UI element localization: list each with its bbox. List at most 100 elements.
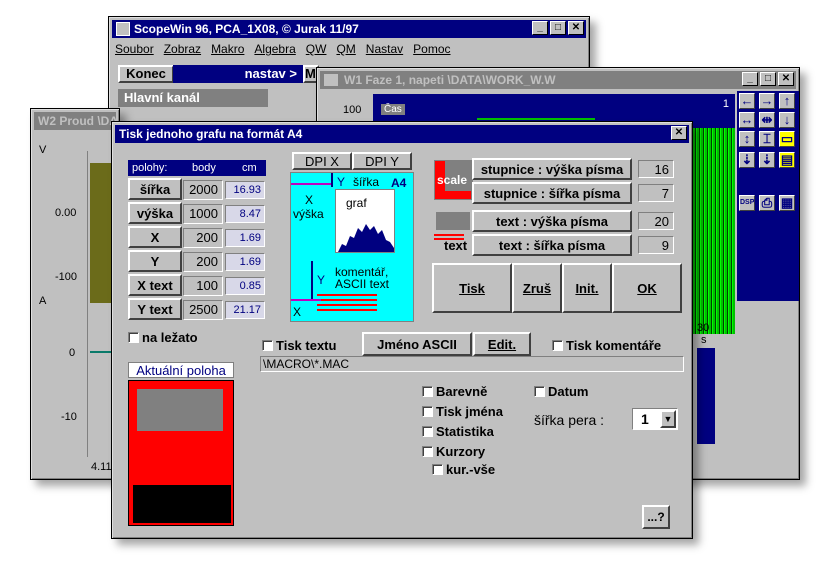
- position-row-4-label[interactable]: X text: [128, 274, 182, 296]
- checkbox-box[interactable]: [262, 340, 273, 351]
- checkbox-box[interactable]: [552, 340, 563, 351]
- checkbox-box[interactable]: [422, 426, 433, 437]
- minimize-button[interactable]: _: [532, 21, 548, 35]
- maximize-button[interactable]: □: [550, 21, 566, 35]
- arrow-right-icon[interactable]: →: [759, 93, 775, 109]
- konec-button[interactable]: Konec: [118, 65, 174, 83]
- preview-y2-label: Y: [317, 273, 326, 287]
- w1-y-tick-100: 100: [343, 104, 362, 116]
- layout-icon[interactable]: ▭: [779, 131, 795, 147]
- menu-makro[interactable]: Makro: [211, 42, 244, 56]
- checkbox-box[interactable]: [128, 332, 139, 343]
- position-preview: [128, 380, 234, 526]
- menu-pomoc[interactable]: Pomoc: [413, 42, 450, 56]
- minimize-button[interactable]: _: [742, 72, 758, 86]
- arrow-left-icon[interactable]: ←: [739, 93, 755, 109]
- pen-width-select[interactable]: 1 ▼: [632, 408, 678, 430]
- arrow-down-icon[interactable]: ↓: [779, 112, 795, 128]
- w1-lower-plot: [697, 348, 715, 444]
- kur-vse-checkbox[interactable]: kur.-vše: [432, 462, 495, 477]
- position-row-3-body[interactable]: 200: [183, 252, 223, 272]
- ok-button[interactable]: OK: [612, 263, 682, 313]
- dpi-x-button[interactable]: DPI X: [292, 152, 352, 170]
- position-row-1-body[interactable]: 1000: [183, 204, 223, 224]
- param-1-button[interactable]: stupnice : šířka písma: [472, 182, 632, 204]
- cursor-down-icon[interactable]: ⇣: [739, 152, 755, 168]
- arrow-up-icon[interactable]: ↑: [779, 93, 795, 109]
- na-lezato-checkbox[interactable]: na ležato: [128, 330, 198, 345]
- position-row-2-label[interactable]: X: [128, 226, 182, 248]
- param-0-button[interactable]: stupnice : výška písma: [472, 158, 632, 180]
- close-icon[interactable]: ✕: [671, 126, 687, 140]
- checkbox-box[interactable]: [432, 464, 443, 475]
- position-row-5-body[interactable]: 2500: [183, 300, 223, 320]
- tisk-jmena-checkbox[interactable]: Tisk jména: [422, 404, 503, 419]
- checkbox-box[interactable]: [534, 386, 545, 397]
- checkbox-box[interactable]: [422, 406, 433, 417]
- param-2-button[interactable]: text : výška písma: [472, 210, 632, 232]
- checkbox-box[interactable]: [422, 446, 433, 457]
- param-3-button[interactable]: text : šířka písma: [472, 234, 632, 256]
- dpi-y-button[interactable]: DPI Y: [352, 152, 412, 170]
- param-1-value[interactable]: 7: [638, 184, 674, 202]
- macro-path-field[interactable]: \MACRO\*.MAC: [260, 356, 684, 372]
- param-2-value[interactable]: 20: [638, 212, 674, 230]
- position-row-0-body[interactable]: 2000: [183, 180, 223, 200]
- preview-x2-label: X: [293, 305, 302, 319]
- param-3-value[interactable]: 9: [638, 236, 674, 254]
- jmeno-ascii-button[interactable]: Jméno ASCII: [362, 332, 472, 356]
- barevne-checkbox[interactable]: Barevně: [422, 384, 487, 399]
- maximize-button[interactable]: □: [760, 72, 776, 86]
- tisk-textu-checkbox[interactable]: Tisk textu: [262, 338, 336, 353]
- graph-thumbnail: graf: [335, 189, 395, 253]
- menu-qm[interactable]: QM: [336, 42, 355, 56]
- edit-button[interactable]: Edit.: [473, 332, 531, 356]
- position-row-0-label[interactable]: šířka: [128, 178, 182, 200]
- header-body: body: [192, 162, 216, 174]
- close-button[interactable]: ✕: [568, 21, 584, 35]
- compress-vertical-icon[interactable]: ⌶: [759, 131, 775, 147]
- checkbox-box[interactable]: [422, 386, 433, 397]
- print-icon[interactable]: ⎙: [759, 195, 775, 211]
- position-row-4-body[interactable]: 100: [183, 276, 223, 296]
- menu-algebra[interactable]: Algebra: [254, 42, 295, 56]
- split-icon[interactable]: ▤: [779, 152, 795, 168]
- list-icon[interactable]: ▦: [779, 195, 795, 211]
- tisk-button[interactable]: Tisk: [432, 263, 512, 313]
- chevron-down-icon[interactable]: ▼: [660, 410, 676, 428]
- w2-tick-0: 0.00: [55, 207, 77, 219]
- init-button[interactable]: Init.: [562, 263, 612, 313]
- preview-vyska-label: výška: [293, 207, 324, 221]
- datum-checkbox[interactable]: Datum: [534, 384, 588, 399]
- expand-horizontal-icon[interactable]: ↔: [739, 112, 755, 128]
- position-row-1-label[interactable]: výška: [128, 202, 182, 224]
- cursor-icon[interactable]: ⇣: [759, 152, 775, 168]
- menu-nastav[interactable]: Nastav: [366, 42, 403, 56]
- app-icon: [324, 74, 338, 86]
- close-button[interactable]: ✕: [778, 72, 794, 86]
- kurzory-checkbox[interactable]: Kurzory: [422, 444, 485, 459]
- menu-zobraz[interactable]: Zobraz: [164, 42, 201, 56]
- w1-x-unit: s: [701, 334, 707, 346]
- tisk-komentare-checkbox[interactable]: Tisk komentáře: [552, 338, 661, 353]
- display-icon[interactable]: DSPL: [739, 195, 759, 211]
- preview-y-arrow: [311, 261, 313, 301]
- zrus-button[interactable]: Zruš: [512, 263, 562, 313]
- menu-soubor[interactable]: Soubor: [115, 42, 154, 56]
- preview-sirka-label: šířka: [353, 175, 380, 189]
- layout-preview: Y šířka A4 X výška graf Y komentář, ASCI…: [290, 172, 414, 322]
- position-row-2-body[interactable]: 200: [183, 228, 223, 248]
- compress-horizontal-icon[interactable]: ⇹: [759, 112, 775, 128]
- help-button[interactable]: ...?: [642, 505, 670, 529]
- expand-vertical-icon[interactable]: ↕: [739, 131, 755, 147]
- text-icon: text: [434, 212, 472, 253]
- w1-titlebar: W1 Faze 1, napeti \DATA\WORK_W.W _ □ ✕: [320, 71, 796, 89]
- statistika-checkbox[interactable]: Statistika: [422, 424, 494, 439]
- menu-qw[interactable]: QW: [306, 42, 327, 56]
- w2-y-unit-a: A: [39, 295, 47, 307]
- position-row-3-label[interactable]: Y: [128, 250, 182, 272]
- param-0-value[interactable]: 16: [638, 160, 674, 178]
- position-row-5-label[interactable]: Y text: [128, 298, 182, 320]
- graph-mountain-icon: [338, 224, 394, 252]
- nastav-bar[interactable]: nastav >: [173, 65, 303, 83]
